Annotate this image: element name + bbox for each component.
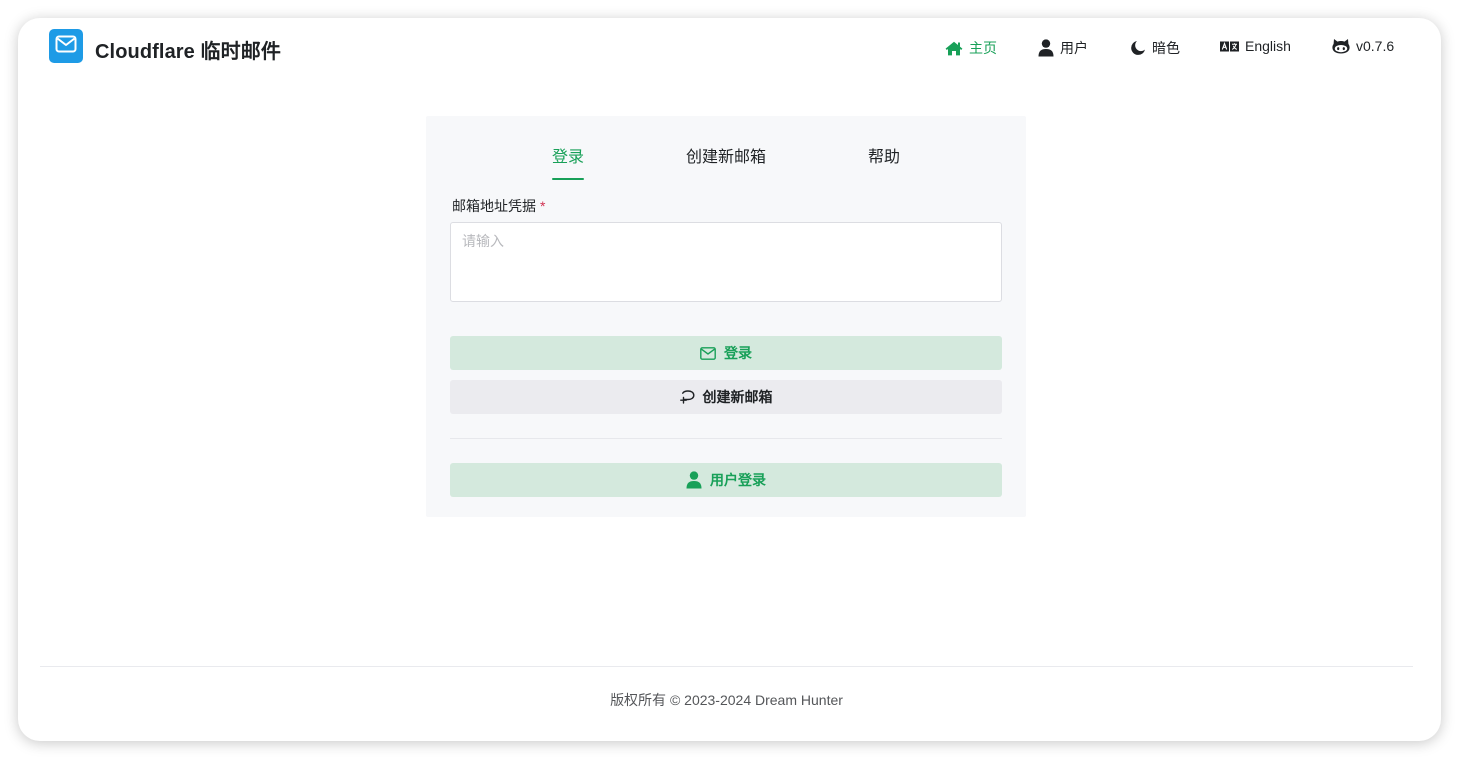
nav-language[interactable]: English <box>1220 38 1291 54</box>
login-button-label: 登录 <box>724 345 752 361</box>
mail-icon <box>700 346 716 360</box>
divider <box>450 438 1002 439</box>
nav-version-github[interactable]: v0.7.6 <box>1332 38 1394 54</box>
logo[interactable] <box>49 29 83 63</box>
login-card: 登录 创建新邮箱 帮助 邮箱地址凭据* 登录 创 <box>426 116 1026 517</box>
nav-home[interactable]: 主页 <box>945 38 997 58</box>
footer-divider <box>40 666 1413 667</box>
nav-home-label: 主页 <box>969 40 997 56</box>
tab-help[interactable]: 帮助 <box>868 148 900 180</box>
nav-dark-mode[interactable]: 暗色 <box>1130 38 1180 58</box>
nav-dark-label: 暗色 <box>1152 40 1180 56</box>
tab-create-mailbox[interactable]: 创建新邮箱 <box>686 148 766 180</box>
tab-login[interactable]: 登录 <box>552 148 585 180</box>
credential-field-label: 邮箱地址凭据 * <box>452 196 545 216</box>
mail-icon <box>55 35 77 58</box>
nav-user-label: 用户 <box>1060 40 1088 56</box>
translate-icon <box>1220 41 1239 52</box>
add-comment-icon <box>679 390 695 404</box>
nav-version-label: v0.7.6 <box>1356 38 1395 54</box>
login-button[interactable]: 登录 <box>450 336 1002 370</box>
create-mailbox-button[interactable]: 创建新邮箱 <box>450 380 1002 414</box>
app-title[interactable]: Cloudflare 临时邮件 <box>95 35 281 64</box>
required-mark: * <box>540 198 546 214</box>
nav-language-label: English <box>1245 38 1291 54</box>
user-login-button[interactable]: 用户登录 <box>450 463 1002 497</box>
nav-user[interactable]: 用户 <box>1038 38 1088 58</box>
create-mailbox-button-label: 创建新邮箱 <box>702 389 773 405</box>
credential-label-text: 邮箱地址凭据 <box>452 198 536 214</box>
app-window: Cloudflare 临时邮件 主页 用户 暗色 English v0.7.6 … <box>18 18 1441 741</box>
footer: 版权所有 © 2023-2024 Dream Hunter <box>18 690 1441 710</box>
user-icon <box>1038 39 1054 57</box>
credential-input[interactable] <box>450 222 1002 302</box>
copyright-text: 版权所有 © 2023-2024 Dream Hunter <box>610 692 843 708</box>
header: Cloudflare 临时邮件 主页 用户 暗色 English v0.7.6 <box>18 18 1441 78</box>
tabs: 登录 创建新邮箱 帮助 <box>426 148 1026 182</box>
moon-icon <box>1130 40 1146 56</box>
user-login-button-label: 用户登录 <box>710 472 766 488</box>
home-icon <box>945 41 963 56</box>
user-icon <box>686 471 702 489</box>
github-icon <box>1332 38 1350 54</box>
